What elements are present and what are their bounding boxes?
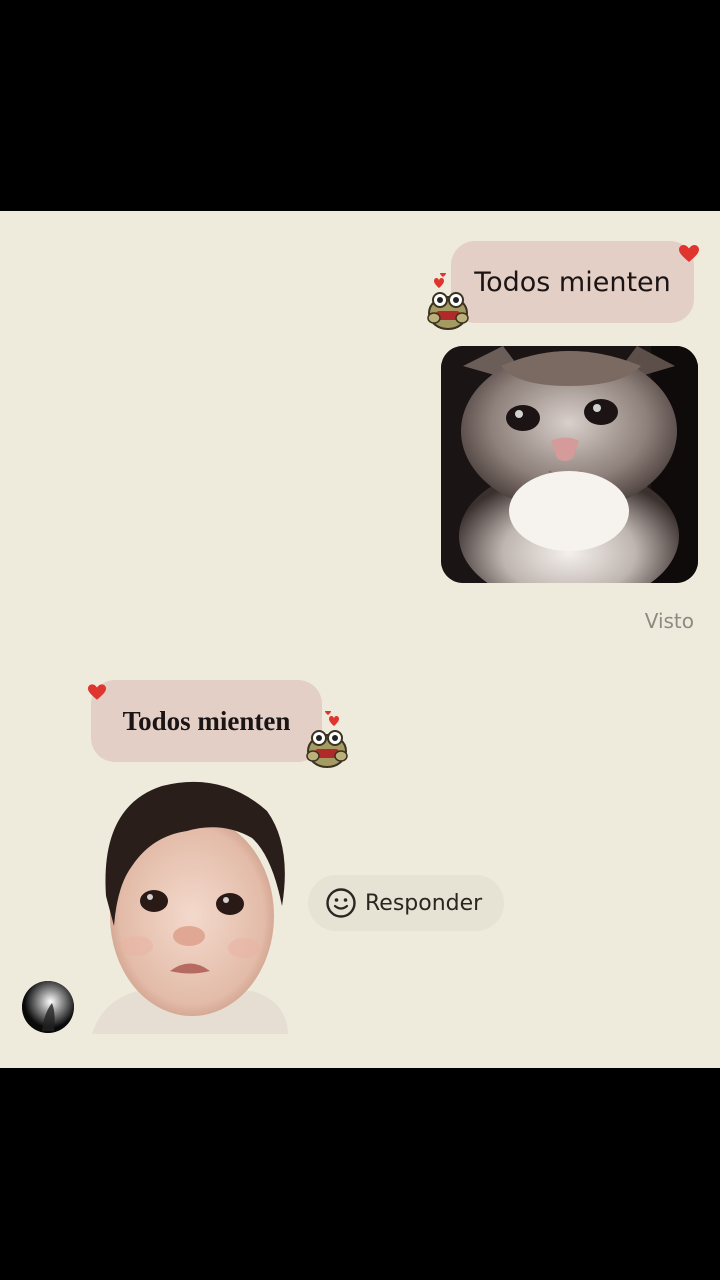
letterbox-top [0,0,720,211]
heart-icon [88,684,106,700]
sent-message-bubble[interactable]: Todos mienten [451,241,694,323]
heart-icon [679,245,699,262]
reply-button[interactable]: Responder [308,875,504,931]
smiley-icon [326,888,356,918]
letterbox-bottom [0,1068,720,1280]
sent-message-text: Todos mienten [474,266,671,298]
frog-sticker-icon [427,273,469,330]
sent-image-crying-cat[interactable] [441,346,698,583]
received-message-text: Todos mienten [122,705,291,736]
avatar[interactable] [22,981,74,1033]
reply-button-label: Responder [365,890,483,916]
received-image-sad-baby[interactable] [92,776,292,1034]
seen-status: Visto [644,609,694,633]
chat-thread[interactable]: Todos mienten Visto Todos mienten Respon… [0,211,720,1068]
frog-sticker-icon [306,711,348,768]
received-message-bubble[interactable]: Todos mienten [91,680,322,762]
